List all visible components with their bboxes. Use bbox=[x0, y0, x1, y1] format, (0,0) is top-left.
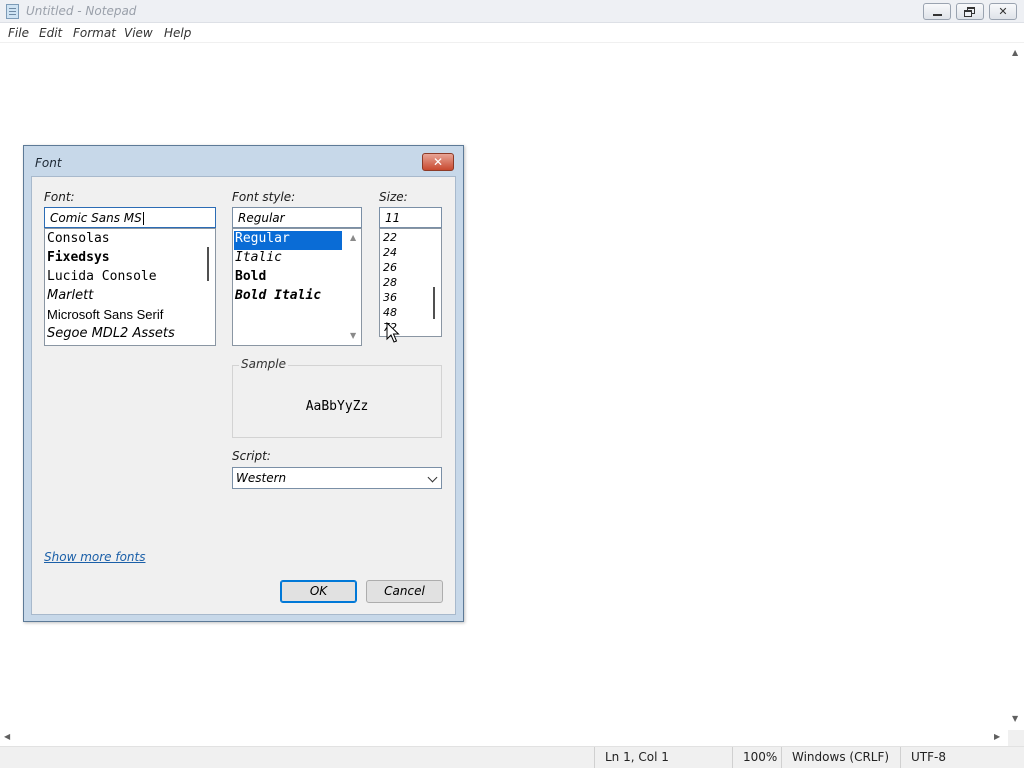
status-encoding: UTF-8 bbox=[900, 747, 1024, 768]
script-label: Script: bbox=[232, 449, 271, 463]
font-size-item[interactable]: 26 bbox=[383, 261, 397, 276]
notepad-icon bbox=[6, 4, 19, 19]
status-zoom: 100% bbox=[732, 747, 782, 768]
scroll-up-icon[interactable]: ▲ bbox=[1012, 48, 1018, 57]
size-list-scrollbar[interactable] bbox=[427, 229, 441, 336]
close-icon: ✕ bbox=[432, 155, 444, 169]
mouse-cursor-icon bbox=[386, 322, 400, 343]
vertical-scrollbar[interactable]: ▲ ▼ bbox=[1008, 44, 1024, 730]
menu-help[interactable]: Help bbox=[164, 26, 191, 40]
size-label: Size: bbox=[379, 190, 408, 204]
close-button[interactable]: ✕ bbox=[989, 3, 1017, 20]
dialog-title: Font bbox=[35, 156, 62, 170]
script-value: Western bbox=[236, 471, 287, 485]
scrollbar-corner bbox=[1008, 730, 1024, 746]
font-list-item[interactable]: Fixedsys bbox=[46, 250, 110, 269]
scroll-down-icon[interactable]: ▼ bbox=[1012, 714, 1018, 723]
menu-edit[interactable]: Edit bbox=[39, 26, 62, 40]
cancel-button[interactable]: Cancel bbox=[366, 580, 443, 603]
status-position: Ln 1, Col 1 bbox=[594, 747, 734, 768]
font-size-item[interactable]: 28 bbox=[383, 276, 397, 291]
script-select[interactable]: Western bbox=[232, 467, 442, 489]
font-size-item[interactable]: 22 bbox=[383, 231, 397, 246]
font-list-scrollbar[interactable] bbox=[201, 229, 215, 345]
title-bar: Untitled - Notepad ✕ bbox=[0, 0, 1024, 23]
font-list-item[interactable]: Marlett bbox=[46, 288, 93, 307]
font-style-item[interactable]: Regular bbox=[234, 231, 342, 250]
font-name-value: Comic Sans MS bbox=[50, 211, 142, 225]
font-list-item[interactable]: Consolas bbox=[46, 231, 110, 250]
font-list-item[interactable]: Microsoft Sans Serif bbox=[46, 307, 163, 326]
ok-button[interactable]: OK bbox=[280, 580, 357, 603]
font-size-item[interactable]: 24 bbox=[383, 246, 397, 261]
font-style-input[interactable]: Regular bbox=[232, 207, 362, 228]
size-list-scroll-thumb[interactable] bbox=[433, 287, 435, 319]
sample-label: Sample bbox=[239, 357, 288, 371]
font-label: Font: bbox=[44, 190, 75, 204]
scroll-right-icon[interactable]: ▶ bbox=[994, 732, 1000, 741]
text-caret bbox=[142, 212, 144, 225]
menu-format[interactable]: Format bbox=[73, 26, 116, 40]
font-style-label: Font style: bbox=[232, 190, 296, 204]
font-style-list[interactable]: Regular Italic Bold Bold Italic ▲ ▼ bbox=[232, 228, 362, 346]
restore-icon-front bbox=[964, 10, 972, 17]
sample-box: Sample AaBbYyZz bbox=[232, 357, 442, 438]
font-size-input[interactable]: 11 bbox=[379, 207, 442, 228]
status-line-ending: Windows (CRLF) bbox=[781, 747, 901, 768]
font-style-value: Regular bbox=[238, 211, 285, 225]
font-size-item[interactable]: 48 bbox=[383, 306, 397, 321]
font-list-item[interactable]: Segoe MDL2 Assets bbox=[46, 326, 175, 345]
scroll-up-icon[interactable]: ▲ bbox=[350, 233, 356, 242]
font-list[interactable]: Consolas Fixedsys Lucida Console Marlett Mic… bbox=[44, 228, 216, 346]
font-list-item[interactable]: Lucida Console bbox=[46, 269, 157, 288]
font-size-item[interactable]: 36 bbox=[383, 291, 397, 306]
chevron-down-icon bbox=[427, 472, 438, 483]
dialog-close-button[interactable]: ✕ bbox=[422, 153, 454, 171]
style-list-scrollbar[interactable]: ▲ ▼ bbox=[347, 229, 361, 345]
minimize-icon bbox=[933, 14, 942, 16]
close-icon: ✕ bbox=[998, 5, 1008, 18]
sample-text: AaBbYyZz bbox=[305, 399, 369, 414]
font-style-item[interactable]: Italic bbox=[234, 250, 282, 269]
restore-button[interactable] bbox=[956, 3, 984, 20]
window-title: Untitled - Notepad bbox=[26, 4, 137, 18]
scroll-left-icon[interactable]: ◀ bbox=[4, 732, 10, 741]
menu-file[interactable]: File bbox=[8, 26, 29, 40]
menu-bar: File Edit Format View Help bbox=[0, 23, 1024, 43]
font-size-list[interactable]: 22242628364872 bbox=[379, 228, 442, 337]
font-style-item[interactable]: Bold Italic bbox=[234, 288, 321, 307]
font-size-value: 11 bbox=[385, 211, 401, 225]
status-bar: Ln 1, Col 1 100% Windows (CRLF) UTF-8 bbox=[0, 746, 1024, 768]
font-name-input[interactable]: Comic Sans MS bbox=[44, 207, 216, 228]
scroll-down-icon[interactable]: ▼ bbox=[350, 331, 356, 340]
font-list-scroll-thumb[interactable] bbox=[207, 247, 209, 281]
font-style-item[interactable]: Bold bbox=[234, 269, 266, 288]
dialog-body: Font: Comic Sans MS Consolas Fixedsys Luci… bbox=[31, 176, 456, 615]
menu-view[interactable]: View bbox=[124, 26, 153, 40]
font-dialog: Font ✕ Font: Comic Sans MS Consolas Fixed… bbox=[23, 145, 464, 622]
show-more-fonts-link[interactable]: Show more fonts bbox=[44, 550, 145, 564]
minimize-button[interactable] bbox=[923, 3, 951, 20]
horizontal-scrollbar[interactable]: ◀ ▶ bbox=[0, 730, 1008, 746]
